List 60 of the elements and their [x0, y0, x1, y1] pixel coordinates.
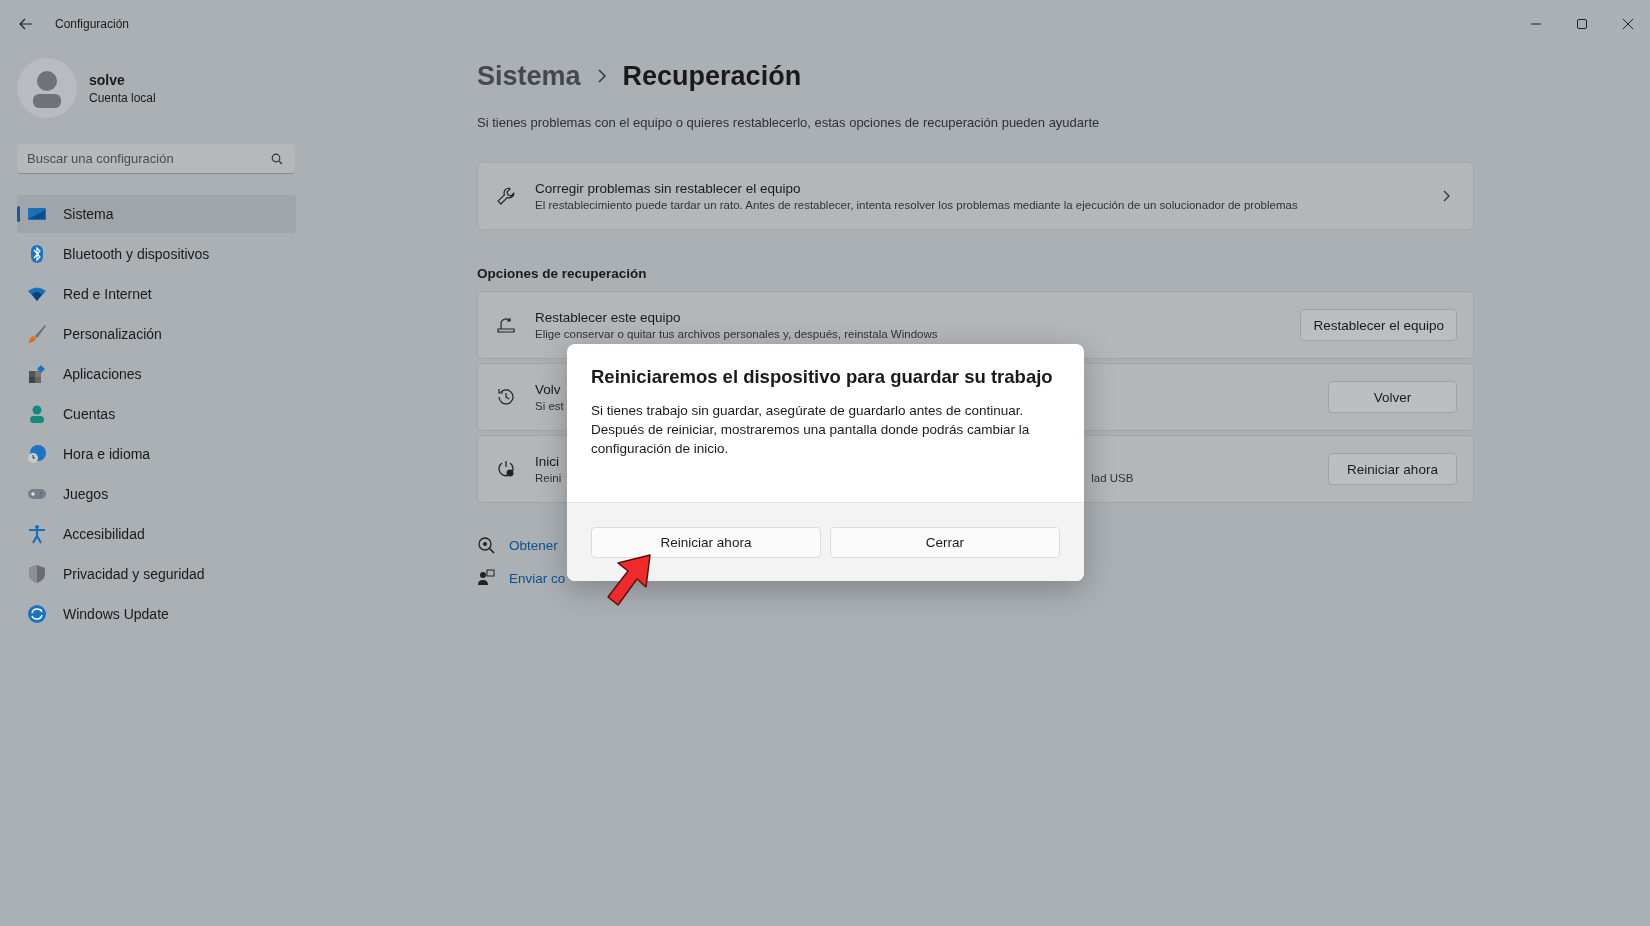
card-description: Si est: [535, 400, 564, 412]
dialog-button[interactable]: Cerrar: [830, 526, 1060, 558]
page-description: Si tienes problemas con el equipo o quieres restablecerlo, estas opciones de recuperación pueden ayudarte: [477, 115, 1101, 130]
dialog-button[interactable]: Reiniciar ahora: [591, 526, 821, 558]
card-description: lad USB: [1091, 472, 1134, 484]
close-icon[interactable]: [1622, 18, 1634, 30]
option-button[interactable]: Reiniciar ahora: [1328, 453, 1457, 485]
reset-icon: [496, 315, 516, 335]
apps-icon: [27, 364, 47, 384]
card-description: El restablecimiento puede tardar un rato. Antes de restablecer, intenta resolver los problemas mediante la ejecución de un solucionador de problemas: [535, 199, 1298, 211]
search-icon: [271, 152, 283, 165]
avatar-icon: [17, 58, 77, 118]
card-title: Corregir problemas sin restablecer el equipo: [535, 181, 801, 196]
option-button[interactable]: Volver: [1328, 381, 1457, 413]
brush-icon: [27, 324, 47, 344]
help-icon: [477, 536, 495, 554]
card-title: Restablecer este equipo: [535, 310, 681, 325]
nav-item[interactable]: Accesibilidad: [17, 515, 296, 553]
card-description: Elige conservar o quitar tus archivos personales y, después, reinstala Windows: [535, 328, 938, 340]
person-icon: [27, 404, 47, 424]
history-icon: [496, 387, 516, 407]
globe-clock-icon: [27, 444, 47, 464]
maximize-icon[interactable]: [1576, 18, 1588, 30]
option-button[interactable]: Restablecer el equipo: [1300, 309, 1457, 341]
help-link[interactable]: Obtener: [509, 537, 558, 553]
user-name: solve: [89, 71, 126, 88]
nav-item[interactable]: Bluetooth y dispositivos: [17, 235, 296, 273]
shield-icon: [27, 564, 47, 584]
sync-icon: [27, 604, 47, 624]
search-box[interactable]: Buscar una configuración: [17, 144, 295, 174]
page-title: Recuperación: [622, 60, 802, 93]
pointer-arrow-icon: [606, 553, 654, 609]
window-title: Configuración: [55, 17, 130, 31]
card-title: Inici: [535, 454, 559, 469]
nav-item[interactable]: Aplicaciones: [17, 355, 296, 393]
nav-item[interactable]: Juegos: [17, 475, 296, 513]
nav-item[interactable]: Red e Internet: [17, 275, 296, 313]
section-heading: Opciones de recuperación: [477, 266, 648, 281]
dialog-title: Reiniciaremos el dispositivo para guardar su trabajo: [591, 366, 1054, 388]
fix-card[interactable]: Corregir problemas sin restablecer el equipo El restablecimiento puede tardar un rato. Antes de restablecer, intenta resolver los problemas mediante la ejecución de un solucionador de problemas: [477, 162, 1474, 230]
card-title: Volv: [535, 382, 561, 397]
breadcrumb-link[interactable]: Sistema: [477, 58, 581, 94]
feedback-icon: [477, 569, 495, 587]
power-gear-icon: [496, 459, 516, 479]
nav-item[interactable]: Cuentas: [17, 395, 296, 433]
accessibility-icon: [27, 524, 47, 544]
nav-item[interactable]: Windows Update: [17, 595, 296, 633]
search-field[interactable]: Buscar una configuración: [27, 151, 271, 166]
chevron-icon: [1443, 190, 1451, 202]
chevron-icon: [596, 69, 607, 83]
card-description: Reini: [535, 472, 562, 484]
account-type: Cuenta local: [89, 90, 156, 105]
wrench-icon: [496, 186, 516, 206]
nav-item[interactable]: Sistema: [17, 195, 296, 233]
nav-item[interactable]: Hora e idioma: [17, 435, 296, 473]
dialog-message: Si tienes trabajo sin guardar, asegúrate de guardarlo antes de continuar. Después de reiniciar, mostraremos una pantalla donde podrás cambiar la configuración de inicio.: [591, 402, 1031, 458]
back-icon[interactable]: [19, 18, 33, 30]
nav-item[interactable]: Privacidad y seguridad: [17, 555, 296, 593]
feedback-link[interactable]: Enviar co: [509, 570, 566, 586]
nav-item[interactable]: Personalización: [17, 315, 296, 353]
